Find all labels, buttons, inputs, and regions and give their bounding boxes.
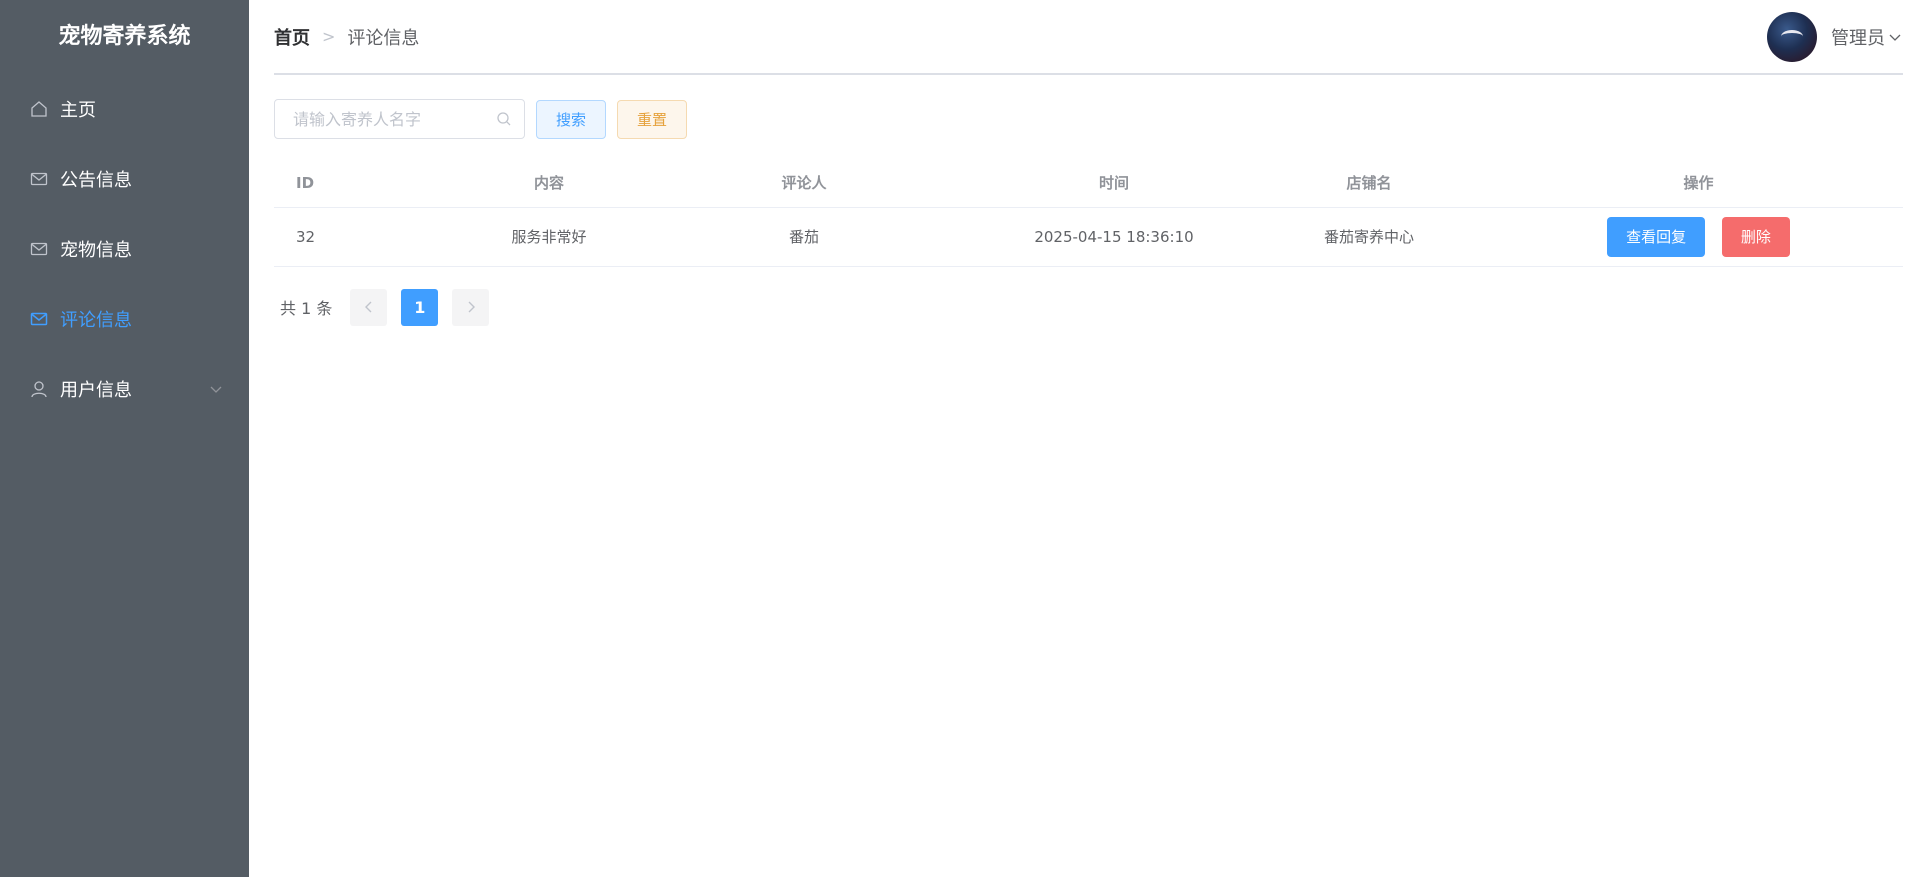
next-page-button[interactable] <box>452 288 490 326</box>
mail-icon <box>28 168 50 190</box>
column-header-time: 时间 <box>984 159 1244 208</box>
user-icon <box>28 378 50 400</box>
breadcrumb-current: 评论信息 <box>347 27 420 49</box>
sidebar-item-label: 评论信息 <box>60 310 132 331</box>
reset-button[interactable]: 重置 <box>617 99 688 139</box>
main-content: 首页 > 评论信息 管理员 搜索 重置 <box>249 0 1917 877</box>
table-row: 32 服务非常好 番茄 2025-04-15 18:36:10 番茄寄养中心 查… <box>274 207 1903 267</box>
user-name: 管理员 <box>1831 27 1885 49</box>
sidebar-item-pets[interactable]: 宠物信息 <box>0 214 249 284</box>
sidebar-item-label: 宠物信息 <box>60 240 132 261</box>
chevron-left-icon <box>364 301 372 313</box>
top-header: 首页 > 评论信息 管理员 <box>274 0 1903 75</box>
avatar[interactable] <box>1767 11 1817 62</box>
sidebar-item-home[interactable]: 主页 <box>0 74 249 144</box>
search-button[interactable]: 搜索 <box>536 99 607 139</box>
sidebar-menu: 主页 公告信息 宠物信息 评论信息 用户信息 <box>0 74 249 424</box>
column-header-shop: 店铺名 <box>1244 159 1494 208</box>
sidebar-item-comments[interactable]: 评论信息 <box>0 284 249 354</box>
pagination: 共 1 条 1 <box>274 288 1903 326</box>
cell-shop: 番茄寄养中心 <box>1244 207 1494 267</box>
view-reply-button[interactable]: 查看回复 <box>1607 216 1706 257</box>
breadcrumb-separator: > <box>322 27 336 46</box>
prev-page-button[interactable] <box>350 288 388 326</box>
home-icon <box>28 98 50 120</box>
sidebar-item-label: 公告信息 <box>60 170 132 191</box>
comments-table: ID 内容 评论人 时间 店铺名 操作 32 服务非常好 番茄 2025-04-… <box>274 159 1903 267</box>
app-title: 宠物寄养系统 <box>58 24 191 49</box>
column-header-reviewer: 评论人 <box>624 159 984 208</box>
cell-time: 2025-04-15 18:36:10 <box>984 207 1244 267</box>
total-count: 共 1 条 <box>280 299 333 318</box>
cell-actions: 查看回复 删除 <box>1494 207 1903 267</box>
page-number-current[interactable]: 1 <box>401 288 439 326</box>
chevron-right-icon <box>468 301 475 313</box>
cell-content: 服务非常好 <box>474 207 624 267</box>
search-field[interactable] <box>274 99 525 139</box>
sidebar-item-announcements[interactable]: 公告信息 <box>0 144 249 214</box>
search-icon[interactable] <box>496 111 512 127</box>
sidebar-item-label: 主页 <box>60 100 96 121</box>
user-menu[interactable]: 管理员 <box>1767 11 1903 62</box>
sidebar-item-users[interactable]: 用户信息 <box>0 354 249 424</box>
chevron-down-icon <box>1889 34 1901 41</box>
table-header-row: ID 内容 评论人 时间 店铺名 操作 <box>274 159 1903 208</box>
delete-button[interactable]: 删除 <box>1721 216 1790 257</box>
column-header-content: 内容 <box>474 159 624 208</box>
search-input[interactable] <box>293 109 496 129</box>
breadcrumb-home[interactable]: 首页 <box>274 24 310 50</box>
cell-reviewer: 番茄 <box>624 207 984 267</box>
mail-icon <box>28 308 50 330</box>
breadcrumb: 首页 > 评论信息 <box>274 24 419 50</box>
chevron-down-icon[interactable] <box>209 380 223 394</box>
app-root: 宠物寄养系统 主页 公告信息 宠物信息 评论信息 用户信息 首页 > 评论信息 … <box>0 0 1917 877</box>
user-name-dropdown[interactable]: 管理员 <box>1831 24 1903 50</box>
mail-icon <box>28 238 50 260</box>
column-header-id: ID <box>274 159 474 208</box>
column-header-actions: 操作 <box>1494 159 1903 208</box>
cell-id: 32 <box>274 207 474 267</box>
sidebar-item-label: 用户信息 <box>60 380 132 401</box>
sidebar: 宠物寄养系统 主页 公告信息 宠物信息 评论信息 用户信息 <box>0 0 249 877</box>
search-toolbar: 搜索 重置 <box>274 99 1903 139</box>
